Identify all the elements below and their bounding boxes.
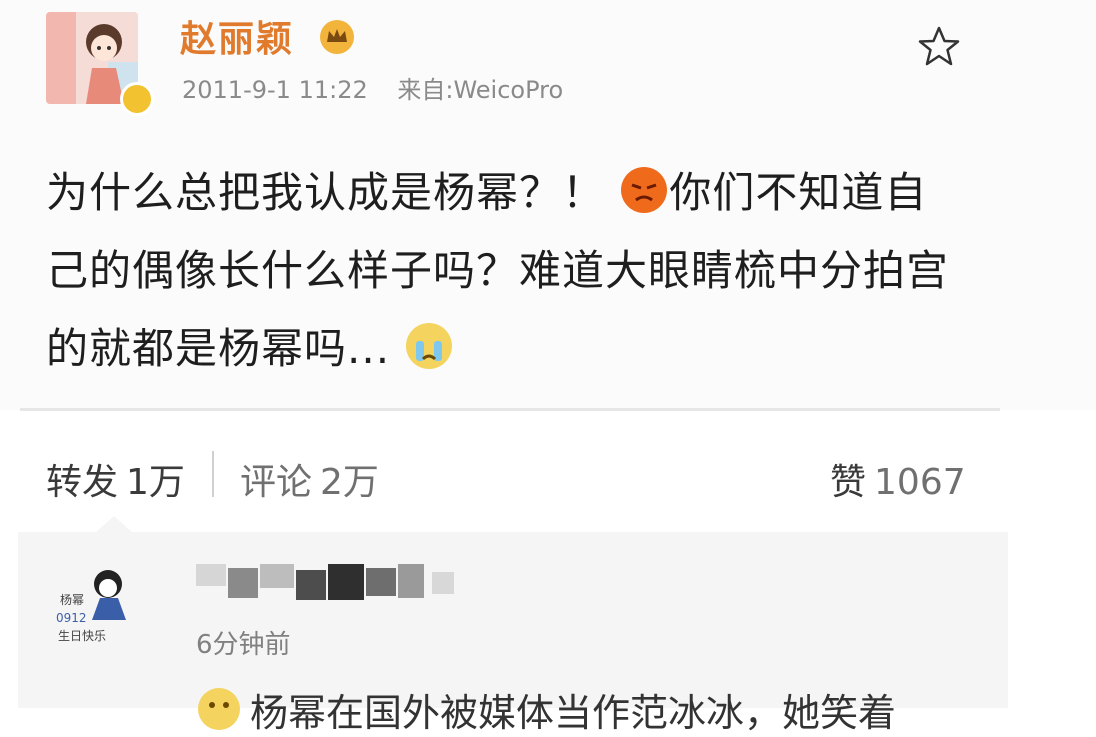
action-separator — [212, 451, 214, 497]
commenter-name-blurred — [196, 564, 454, 600]
like-label: 赞 — [830, 462, 867, 503]
like-button[interactable]: 赞 1067 — [830, 453, 966, 505]
weibo-post: 赵丽颖 2011-9-1 11:22 来自:WeicoPro 为什么总把我认成是… — [0, 0, 1096, 410]
repost-count: 1万 — [126, 462, 185, 503]
comment-button[interactable]: 评论 2万 — [240, 453, 379, 505]
post-meta: 2011-9-1 11:22 来自:WeicoPro — [182, 70, 563, 105]
svg-text:杨幂: 杨幂 — [60, 592, 84, 607]
comment-count: 2万 — [320, 462, 379, 503]
svg-text:0912: 0912 — [56, 611, 87, 625]
angry-face-icon — [621, 167, 668, 213]
post-body: 为什么总把我认成是杨幂？！ 你们不知道自己的偶像长什么样子吗？难道大眼睛梳中分拍… — [46, 154, 966, 388]
like-count: 1067 — [874, 462, 966, 503]
post-date: 2011-9-1 11:22 — [182, 76, 368, 104]
favorite-star-icon[interactable] — [916, 24, 962, 70]
comment-time: 6分钟前 — [196, 630, 291, 660]
verified-badge-icon — [120, 82, 154, 116]
smile-face-icon — [198, 688, 240, 730]
post-source[interactable]: 来自:WeicoPro — [397, 76, 563, 104]
comment-list: 杨幂 0912 生日快乐 6分钟前 杨幂在国外被媒体当作范冰冰，她笑着 — [18, 532, 1008, 735]
post-text-part-1: 为什么总把我认成是杨幂？！ — [46, 168, 606, 217]
commenter-avatar[interactable]: 杨幂 0912 生日快乐 — [52, 560, 148, 656]
crying-face-icon — [406, 323, 453, 369]
username[interactable]: 赵丽颖 — [180, 10, 294, 62]
comment-text: 杨幂在国外被媒体当作范冰冰，她笑着 — [250, 691, 897, 735]
comment-text-row: 杨幂在国外被媒体当作范冰冰，她笑着 — [196, 682, 896, 737]
member-crown-icon — [320, 20, 354, 54]
repost-label: 转发 — [46, 462, 119, 503]
action-bar: 转发 1万 评论 2万 赞 1067 — [0, 411, 1096, 531]
comment-pointer — [96, 516, 132, 532]
svg-text:生日快乐: 生日快乐 — [58, 629, 106, 643]
comment-label: 评论 — [240, 462, 313, 503]
repost-button[interactable]: 转发 1万 — [46, 453, 185, 505]
